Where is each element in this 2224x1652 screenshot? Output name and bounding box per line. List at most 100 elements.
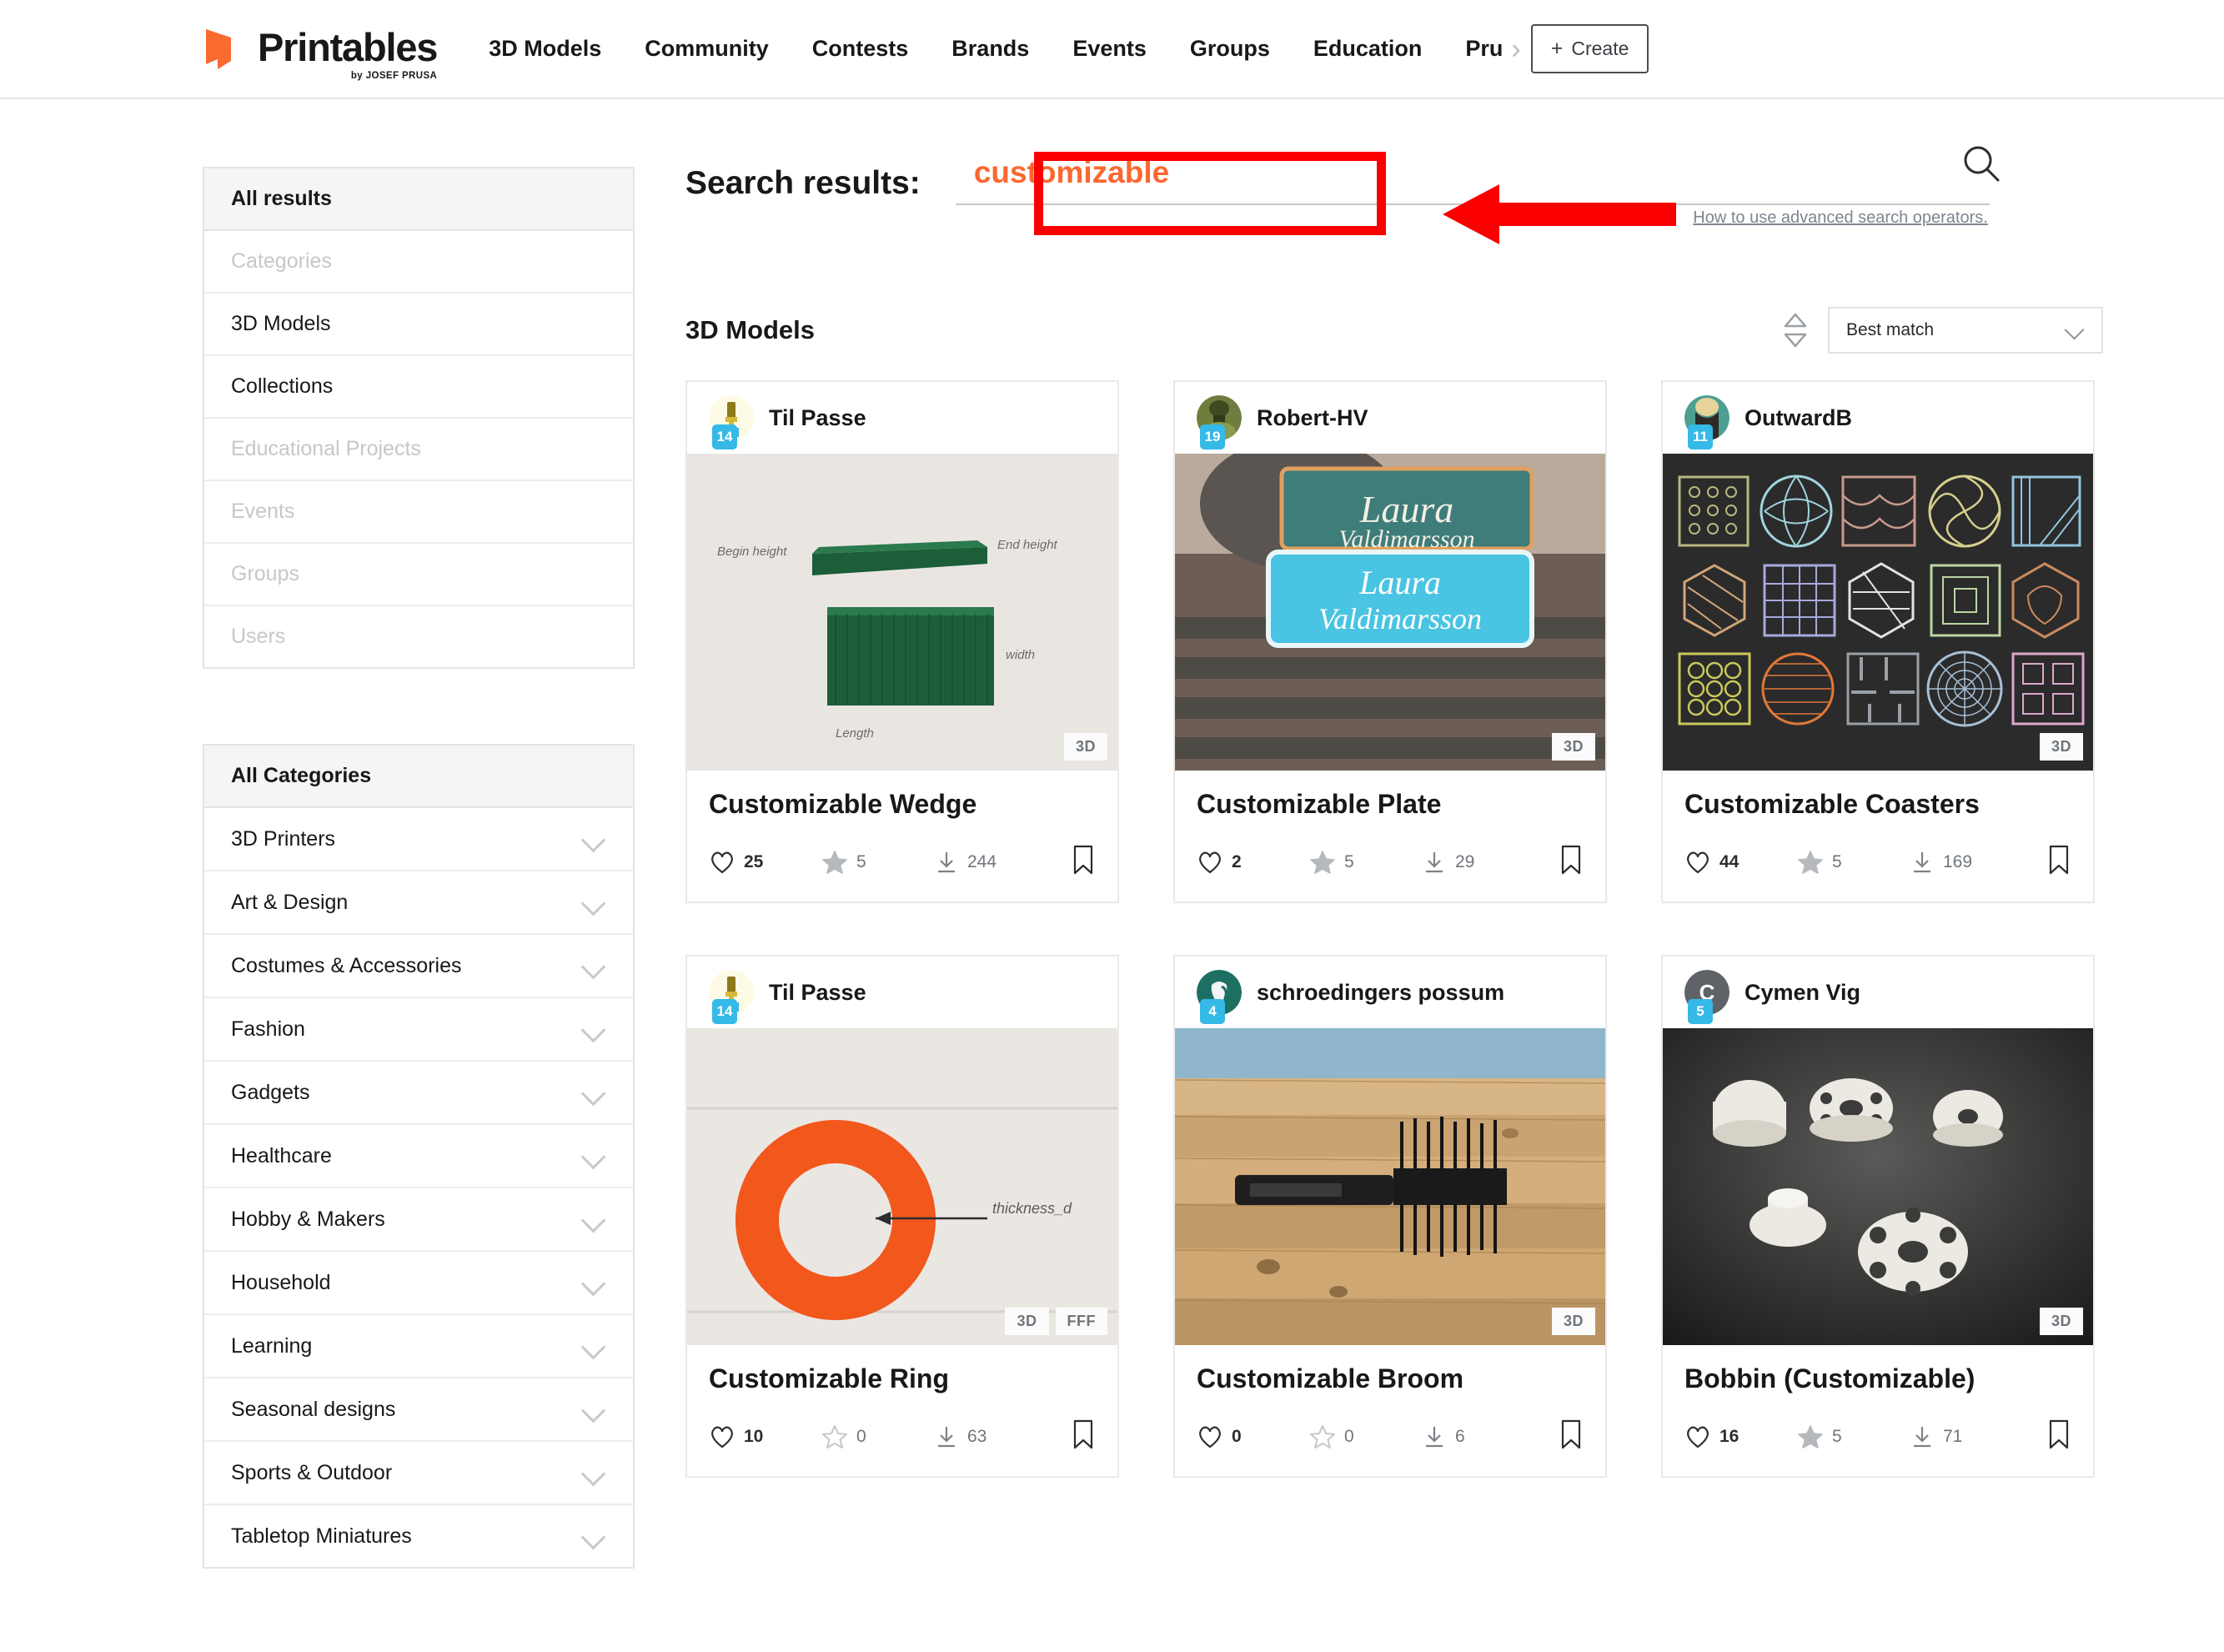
category-item-learning[interactable]: Learning bbox=[204, 1315, 633, 1378]
card-author-row[interactable]: 4 schroedingers possum bbox=[1175, 957, 1605, 1028]
category-item-sports-outdoor[interactable]: Sports & Outdoor bbox=[204, 1442, 633, 1505]
chevron-down-icon[interactable] bbox=[581, 1080, 606, 1105]
chevron-down-icon[interactable] bbox=[581, 1207, 606, 1232]
model-thumbnail[interactable]: 3D bbox=[1663, 454, 2093, 771]
model-title[interactable]: Customizable Broom bbox=[1197, 1363, 1584, 1397]
stat-downloads[interactable]: 29 bbox=[1422, 850, 1534, 875]
stat-rating[interactable]: 5 bbox=[821, 850, 934, 875]
model-thumbnail[interactable]: Begin height End height width Length 3D bbox=[687, 454, 1117, 771]
model-thumbnail[interactable]: thickness_d 3D FFF bbox=[687, 1028, 1117, 1345]
chevron-down-icon[interactable] bbox=[581, 1460, 606, 1485]
stat-downloads[interactable]: 6 bbox=[1422, 1424, 1534, 1449]
search-input[interactable] bbox=[955, 155, 1990, 205]
chevron-down-icon[interactable] bbox=[581, 1397, 606, 1422]
nav-item-education[interactable]: Education bbox=[1313, 36, 1423, 62]
model-title[interactable]: Customizable Coasters bbox=[1684, 789, 2071, 822]
author-name[interactable]: schroedingers possum bbox=[1257, 980, 1504, 1006]
stat-rating[interactable]: 5 bbox=[1309, 850, 1422, 875]
model-thumbnail[interactable]: Laura Valdimarsson Laura Valdimarsson 3D bbox=[1175, 454, 1605, 771]
chevron-down-icon[interactable] bbox=[581, 953, 606, 978]
stat-rating[interactable]: 0 bbox=[1309, 1424, 1422, 1449]
stat-likes[interactable]: 16 bbox=[1684, 1424, 1797, 1449]
avatar[interactable]: 4 bbox=[1197, 970, 1242, 1024]
category-item-seasonal-designs[interactable]: Seasonal designs bbox=[204, 1378, 633, 1442]
chevron-down-icon[interactable] bbox=[581, 1524, 606, 1549]
author-name[interactable]: Til Passe bbox=[769, 405, 866, 431]
stat-downloads[interactable]: 244 bbox=[934, 850, 1047, 875]
model-card[interactable]: 19 Robert-HV Laura Valdimarsson Laura Va… bbox=[1173, 380, 1607, 903]
stat-downloads[interactable]: 71 bbox=[1910, 1424, 2022, 1449]
author-name[interactable]: Cymen Vig bbox=[1745, 980, 1860, 1006]
category-item-3d-printers[interactable]: 3D Printers bbox=[204, 808, 633, 871]
stat-downloads[interactable]: 63 bbox=[934, 1424, 1047, 1449]
sidebar-item-collections[interactable]: Collections bbox=[204, 356, 633, 419]
sidebar-item-educational-projects[interactable]: Educational Projects bbox=[204, 419, 633, 481]
chevron-down-icon[interactable] bbox=[581, 1143, 606, 1168]
sidebar-item-3d-models[interactable]: 3D Models bbox=[204, 294, 633, 356]
stat-likes[interactable]: 0 bbox=[1197, 1424, 1309, 1449]
stat-likes[interactable]: 44 bbox=[1684, 850, 1797, 875]
bookmark-icon[interactable] bbox=[2046, 1419, 2071, 1454]
chevron-down-icon[interactable] bbox=[581, 1017, 606, 1042]
model-card[interactable]: 11 OutwardB 3D Customizable Coasters 44 … bbox=[1661, 380, 2095, 903]
advanced-search-link[interactable]: How to use advanced search operators. bbox=[1693, 208, 1988, 228]
category-item-healthcare[interactable]: Healthcare bbox=[204, 1125, 633, 1188]
nav-item-groups[interactable]: Groups bbox=[1190, 36, 1270, 62]
model-title[interactable]: Bobbin (Customizable) bbox=[1684, 1363, 2071, 1397]
brand-logo[interactable]: Printables by JOSEF PRUSA bbox=[203, 26, 438, 81]
bookmark-icon[interactable] bbox=[1559, 844, 1584, 880]
model-title[interactable]: Customizable Ring bbox=[709, 1363, 1096, 1397]
card-author-row[interactable]: 14 Til Passe bbox=[687, 957, 1117, 1028]
nav-item-prusa[interactable]: Pru bbox=[1465, 36, 1503, 62]
category-item-hobby-makers[interactable]: Hobby & Makers bbox=[204, 1188, 633, 1252]
nav-item-community[interactable]: Community bbox=[645, 36, 769, 62]
chevron-right-icon[interactable]: › bbox=[1511, 35, 1520, 63]
chevron-down-icon[interactable] bbox=[581, 890, 606, 915]
chevron-down-icon[interactable] bbox=[581, 1270, 606, 1295]
bookmark-icon[interactable] bbox=[1071, 1419, 1096, 1454]
author-name[interactable]: OutwardB bbox=[1745, 405, 1852, 431]
card-author-row[interactable]: C 5 Cymen Vig bbox=[1663, 957, 2093, 1028]
bookmark-icon[interactable] bbox=[2046, 844, 2071, 880]
author-name[interactable]: Til Passe bbox=[769, 980, 866, 1006]
sidebar-item-categories[interactable]: Categories bbox=[204, 231, 633, 294]
model-card[interactable]: 4 schroedingers possum 3D Customizable B… bbox=[1173, 955, 1607, 1478]
nav-item-contests[interactable]: Contests bbox=[812, 36, 909, 62]
category-item-gadgets[interactable]: Gadgets bbox=[204, 1062, 633, 1125]
category-item-fashion[interactable]: Fashion bbox=[204, 998, 633, 1062]
model-thumbnail[interactable]: 3D bbox=[1663, 1028, 2093, 1345]
sort-select[interactable]: Best match bbox=[1828, 307, 2103, 354]
stat-rating[interactable]: 5 bbox=[1797, 1424, 1910, 1449]
model-title[interactable]: Customizable Wedge bbox=[709, 789, 1096, 822]
model-thumbnail[interactable]: 3D bbox=[1175, 1028, 1605, 1345]
stat-rating[interactable]: 5 bbox=[1797, 850, 1910, 875]
sidebar-item-users[interactable]: Users bbox=[204, 606, 633, 667]
search-icon[interactable] bbox=[1958, 140, 2005, 191]
nav-item-events[interactable]: Events bbox=[1072, 36, 1147, 62]
avatar[interactable]: 11 bbox=[1684, 395, 1729, 449]
model-card[interactable]: C 5 Cymen Vig 3D Bobbin (Customizable) 1… bbox=[1661, 955, 2095, 1478]
model-card[interactable]: 14 Til Passe thickness_d 3D FFF Customiz… bbox=[685, 955, 1119, 1478]
sidebar-item-all-results[interactable]: All results bbox=[204, 168, 633, 231]
avatar[interactable]: 14 bbox=[709, 395, 754, 449]
chevron-down-icon[interactable] bbox=[581, 826, 606, 851]
avatar[interactable]: 19 bbox=[1197, 395, 1242, 449]
stat-rating[interactable]: 0 bbox=[821, 1424, 934, 1449]
nav-item-3d-models[interactable]: 3D Models bbox=[489, 36, 601, 62]
category-item-art-design[interactable]: Art & Design bbox=[204, 871, 633, 935]
avatar[interactable]: C 5 bbox=[1684, 970, 1729, 1024]
stat-likes[interactable]: 10 bbox=[709, 1424, 821, 1449]
model-title[interactable]: Customizable Plate bbox=[1197, 789, 1584, 822]
stat-downloads[interactable]: 169 bbox=[1910, 850, 2022, 875]
category-item-costumes-accessories[interactable]: Costumes & Accessories bbox=[204, 935, 633, 998]
card-author-row[interactable]: 11 OutwardB bbox=[1663, 382, 2093, 454]
category-item-tabletop-miniatures[interactable]: Tabletop Miniatures bbox=[204, 1505, 633, 1567]
model-card[interactable]: 14 Til Passe Begin height End height wid… bbox=[685, 380, 1119, 903]
avatar[interactable]: 14 bbox=[709, 970, 754, 1024]
sort-icon[interactable] bbox=[1781, 312, 1810, 349]
sidebar-item-events[interactable]: Events bbox=[204, 481, 633, 544]
nav-item-brands[interactable]: Brands bbox=[951, 36, 1029, 62]
card-author-row[interactable]: 19 Robert-HV bbox=[1175, 382, 1605, 454]
create-button[interactable]: + Create bbox=[1530, 24, 1649, 73]
stat-likes[interactable]: 25 bbox=[709, 850, 821, 875]
